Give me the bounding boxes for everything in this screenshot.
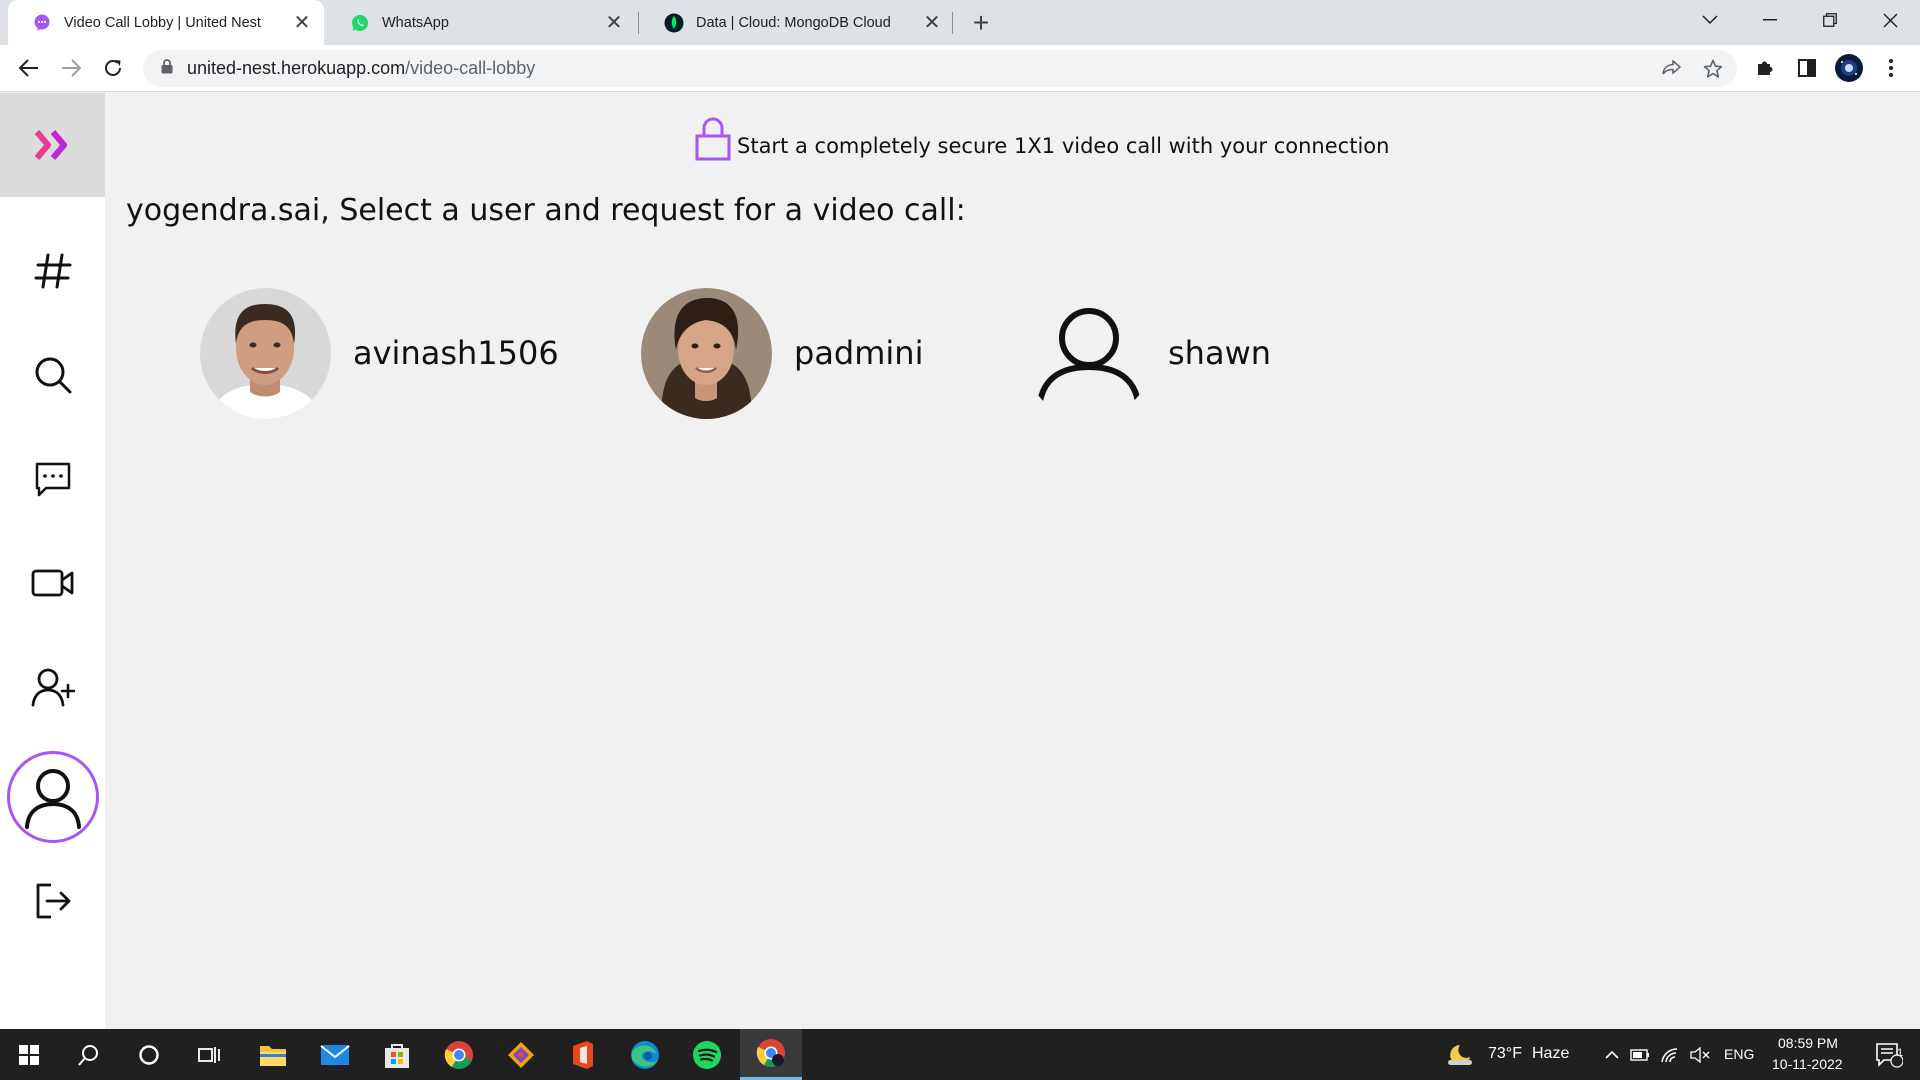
mail-icon[interactable]	[306, 1029, 364, 1080]
tab-separator	[952, 12, 953, 34]
git-app-icon[interactable]	[492, 1029, 550, 1080]
profile-button[interactable]	[7, 751, 99, 843]
tab-title: WhatsApp	[382, 14, 449, 31]
chat-icon[interactable]	[27, 453, 79, 505]
browser-tab-strip: Video Call Lobby | United Nest ✕ WhatsAp…	[0, 0, 1920, 45]
chevron-up-icon[interactable]	[1600, 1029, 1624, 1080]
wifi-icon[interactable]	[1658, 1029, 1682, 1080]
minimize-button[interactable]	[1740, 0, 1800, 40]
user-name: padmini	[794, 334, 924, 372]
battery-icon[interactable]	[1628, 1029, 1652, 1080]
chat-bubble-icon	[32, 13, 52, 33]
video-call-lobby: Start a completely secure 1X1 video call…	[105, 93, 1920, 1029]
user-card-padmini[interactable]: padmini	[641, 286, 923, 420]
address-bar[interactable]: united-nest.herokuapp.com/video-call-lob…	[143, 50, 1737, 87]
close-tab-icon[interactable]: ✕	[918, 9, 946, 37]
spotify-icon[interactable]	[678, 1029, 736, 1080]
user-card-shawn[interactable]: shawn	[1023, 286, 1271, 420]
side-panel-icon[interactable]	[1790, 51, 1824, 85]
back-arrow-icon[interactable]	[12, 51, 46, 85]
secure-banner: Start a completely secure 1X1 video call…	[695, 117, 1389, 161]
notification-center-icon[interactable]: 1	[1864, 1029, 1914, 1080]
chrome-active-icon[interactable]	[740, 1029, 802, 1080]
avatar[interactable]	[200, 287, 331, 419]
mongodb-leaf-icon	[664, 13, 684, 33]
url-host: united-nest.herokuapp.com	[187, 58, 406, 78]
tab-video-call-lobby[interactable]: Video Call Lobby | United Nest ✕	[8, 0, 324, 45]
user-name: shawn	[1168, 334, 1272, 372]
search-icon[interactable]	[27, 349, 79, 401]
cortana-icon[interactable]	[120, 1029, 178, 1080]
close-window-button[interactable]	[1860, 0, 1920, 40]
kebab-menu-icon[interactable]	[1874, 51, 1908, 85]
office-icon[interactable]	[554, 1029, 612, 1080]
default-user-icon[interactable]	[1023, 288, 1154, 419]
tab-title: Data | Cloud: MongoDB Cloud	[696, 14, 891, 31]
user-plus-icon[interactable]	[27, 661, 79, 713]
weather-moon-icon[interactable]	[1440, 1029, 1480, 1080]
padlock-icon	[161, 58, 173, 79]
hash-icon[interactable]	[27, 245, 79, 297]
user-icon	[25, 769, 81, 829]
url-path: /video-call-lobby	[405, 58, 536, 78]
edge-icon[interactable]	[616, 1029, 674, 1080]
weather-temperature[interactable]: 73°F	[1488, 1045, 1522, 1063]
page-prompt: yogendra.sai, Select a user and request …	[126, 193, 966, 228]
tab-title: Video Call Lobby | United Nest	[64, 14, 261, 31]
tab-separator	[638, 12, 639, 34]
padlock-icon	[695, 117, 731, 161]
windows-start-icon[interactable]	[0, 1029, 58, 1080]
app-logo[interactable]	[0, 93, 105, 197]
extensions-puzzle-icon[interactable]	[1748, 51, 1782, 85]
share-icon[interactable]	[1657, 55, 1685, 83]
whatsapp-icon	[350, 13, 370, 33]
app-sidebar	[0, 93, 105, 1029]
weather-description[interactable]: Haze	[1532, 1045, 1569, 1063]
language-indicator[interactable]: ENG	[1724, 1046, 1754, 1062]
close-tab-icon[interactable]: ✕	[600, 9, 628, 37]
chrome-icon[interactable]	[430, 1029, 488, 1080]
new-tab-button[interactable]: +	[966, 7, 996, 38]
user-name: avinash1506	[353, 334, 559, 372]
task-view-icon[interactable]	[180, 1029, 238, 1080]
tab-whatsapp[interactable]: WhatsApp ✕	[326, 0, 636, 45]
double-chevron-logo-icon	[34, 130, 67, 160]
secure-banner-text: Start a completely secure 1X1 video call…	[737, 134, 1390, 158]
reload-icon[interactable]	[96, 51, 130, 85]
tab-mongodb[interactable]: Data | Cloud: MongoDB Cloud ✕	[640, 0, 954, 45]
clock-time[interactable]: 08:59 PM	[1778, 1035, 1838, 1051]
browser-toolbar: united-nest.herokuapp.com/video-call-lob…	[0, 45, 1920, 92]
close-tab-icon[interactable]: ✕	[288, 9, 316, 37]
forward-arrow-icon[interactable]	[54, 51, 88, 85]
tab-search-chevron-icon[interactable]	[1680, 0, 1740, 40]
video-camera-icon[interactable]	[27, 557, 79, 609]
profile-avatar-icon[interactable]	[1832, 51, 1866, 85]
notification-count: 1	[1897, 1047, 1904, 1059]
microsoft-store-icon[interactable]	[368, 1029, 426, 1080]
clock-date[interactable]: 10-11-2022	[1772, 1056, 1843, 1072]
volume-muted-icon[interactable]	[1688, 1029, 1712, 1080]
user-card-avinash1506[interactable]: avinash1506	[200, 286, 559, 420]
search-icon[interactable]	[60, 1029, 118, 1080]
windows-taskbar: 73°F Haze ENG 08:59 PM 10-11-2022 1	[0, 1029, 1920, 1080]
bookmark-star-icon[interactable]	[1699, 55, 1727, 83]
file-explorer-icon[interactable]	[244, 1029, 302, 1080]
restore-button[interactable]	[1800, 0, 1860, 40]
logout-icon[interactable]	[27, 875, 79, 927]
avatar[interactable]	[641, 287, 772, 419]
